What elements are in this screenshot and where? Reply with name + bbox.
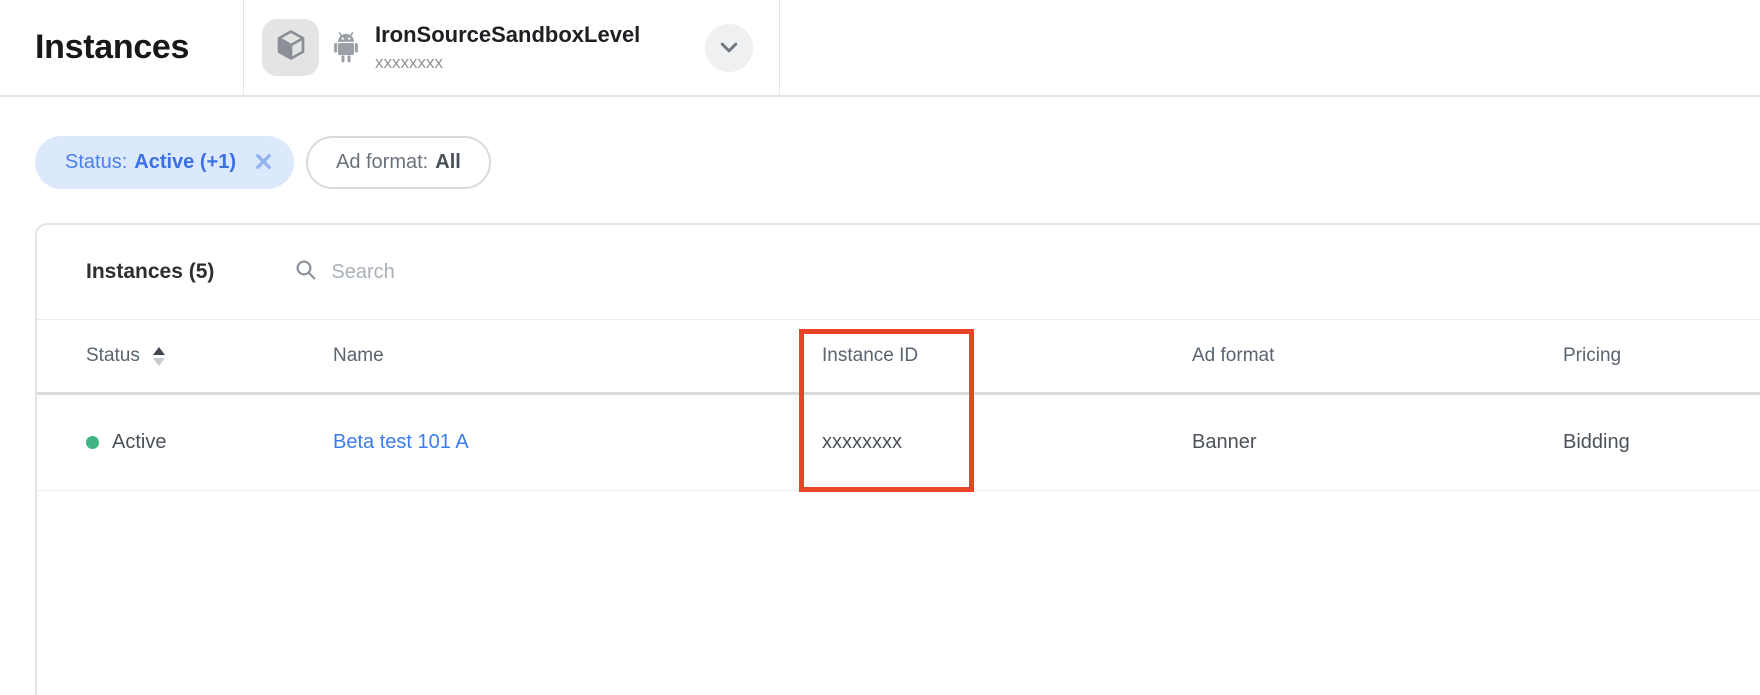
sort-desc-arrow bbox=[153, 358, 165, 366]
page: Instances bbox=[0, 0, 1760, 695]
column-header-status[interactable]: Status bbox=[86, 345, 333, 367]
filter-status-value: Active (+1) bbox=[134, 151, 236, 174]
name-cell: Beta test 101 A bbox=[333, 431, 822, 454]
remove-status-filter-button[interactable] bbox=[255, 153, 272, 173]
ad-format-cell: Banner bbox=[1192, 431, 1563, 454]
top-header: Instances bbox=[0, 0, 1760, 97]
sort-asc-arrow bbox=[153, 347, 165, 355]
sort-icon[interactable] bbox=[153, 347, 165, 366]
column-header-pricing[interactable]: Pricing bbox=[1563, 345, 1760, 367]
app-selector-expand-button[interactable] bbox=[705, 24, 753, 72]
chevron-down-icon bbox=[720, 41, 738, 56]
status-cell: Active bbox=[86, 431, 333, 454]
filter-status-label: Status: bbox=[65, 151, 127, 174]
search-icon bbox=[294, 258, 318, 287]
search-box[interactable] bbox=[294, 258, 751, 287]
table-header-row: Status Name Instance ID Ad format Pricin… bbox=[37, 320, 1760, 395]
column-header-status-label: Status bbox=[86, 345, 140, 367]
close-icon bbox=[255, 153, 272, 173]
table-row: Active Beta test 101 A xxxxxxxx Banner B… bbox=[37, 395, 1760, 491]
app-selector-text: IronSourceSandboxLevel xxxxxxxx bbox=[375, 22, 640, 72]
search-input[interactable] bbox=[331, 261, 751, 284]
filter-chip-status[interactable]: Status: Active (+1) bbox=[35, 136, 294, 189]
cube-icon bbox=[273, 27, 309, 68]
app-selector[interactable]: IronSourceSandboxLevel xxxxxxxx bbox=[243, 0, 780, 95]
filter-adformat-label: Ad format: bbox=[336, 151, 428, 174]
status-label: Active bbox=[112, 431, 166, 454]
pricing-cell: Bidding bbox=[1563, 431, 1760, 454]
column-header-ad-format[interactable]: Ad format bbox=[1192, 345, 1563, 367]
card-header: Instances (5) bbox=[37, 225, 1760, 320]
instances-card: Instances (5) Status Name bbox=[35, 223, 1760, 695]
filter-chip-ad-format[interactable]: Ad format: All bbox=[306, 136, 491, 189]
android-icon bbox=[332, 32, 360, 64]
card-title: Instances (5) bbox=[86, 260, 214, 284]
column-header-instance-id[interactable]: Instance ID bbox=[822, 345, 1192, 367]
app-key-masked: xxxxxxxx bbox=[375, 53, 640, 73]
filter-bar: Status: Active (+1) Ad format: All bbox=[35, 136, 491, 189]
filter-adformat-value: All bbox=[435, 151, 461, 174]
instance-id-cell: xxxxxxxx bbox=[822, 431, 1192, 454]
column-header-name[interactable]: Name bbox=[333, 345, 822, 367]
status-active-dot bbox=[86, 436, 99, 449]
app-icon-tile bbox=[262, 19, 319, 76]
instance-name-link[interactable]: Beta test 101 A bbox=[333, 431, 469, 453]
page-title: Instances bbox=[35, 28, 189, 67]
app-name: IronSourceSandboxLevel bbox=[375, 22, 640, 47]
